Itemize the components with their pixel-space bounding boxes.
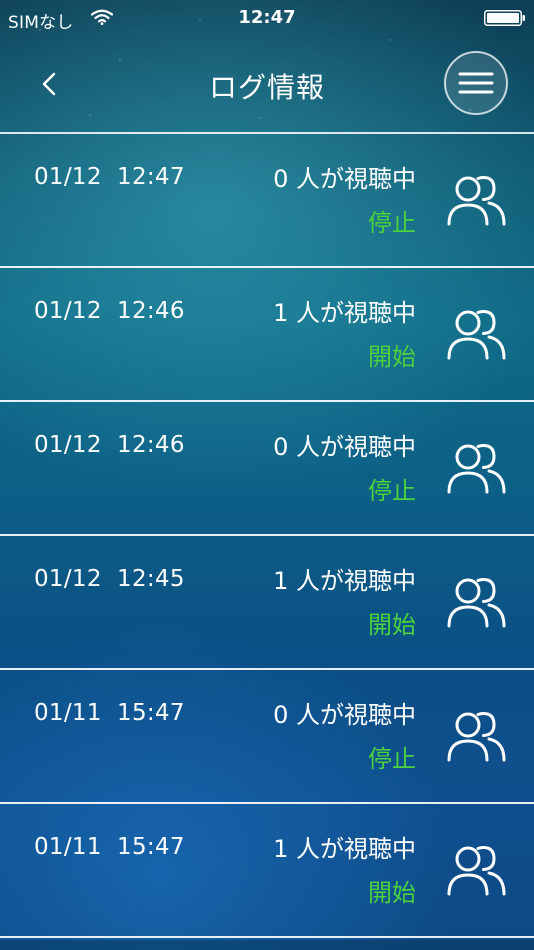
log-timestamp: 01/12 12:45 bbox=[34, 566, 185, 592]
list-bottom-edge bbox=[0, 940, 534, 950]
log-timestamp: 01/12 12:46 bbox=[34, 432, 185, 458]
users-icon bbox=[447, 711, 506, 762]
log-row[interactable]: 01/12 12:45 1 人が視聴中 開始 bbox=[0, 536, 534, 670]
log-row[interactable]: 01/11 15:47 0 人が視聴中 停止 bbox=[0, 670, 534, 804]
log-row[interactable]: 01/12 12:46 1 人が視聴中 開始 bbox=[0, 268, 534, 402]
users-icon bbox=[447, 577, 506, 628]
log-list: 01/12 12:47 0 人が視聴中 停止 01/12 12:46 1 人が視… bbox=[0, 134, 534, 938]
viewer-count: 1 人が視聴中 bbox=[273, 567, 416, 595]
viewer-count: 1 人が視聴中 bbox=[273, 835, 416, 863]
hamburger-menu-icon[interactable] bbox=[443, 50, 509, 116]
log-row[interactable]: 01/11 15:47 1 人が視聴中 開始 bbox=[0, 804, 534, 938]
battery-icon bbox=[484, 10, 525, 26]
stream-state: 停止 bbox=[368, 209, 416, 237]
stream-state: 開始 bbox=[368, 343, 416, 371]
stream-state: 停止 bbox=[368, 745, 416, 773]
stream-state: 開始 bbox=[368, 879, 416, 907]
stream-state: 停止 bbox=[368, 477, 416, 505]
viewer-count: 1 人が視聴中 bbox=[273, 299, 416, 327]
log-timestamp: 01/11 15:47 bbox=[34, 834, 185, 860]
viewer-count: 0 人が視聴中 bbox=[273, 433, 416, 461]
users-icon bbox=[447, 175, 506, 226]
users-icon bbox=[447, 309, 506, 360]
status-clock: 12:47 bbox=[238, 7, 296, 28]
users-icon bbox=[447, 845, 506, 896]
log-row[interactable]: 01/12 12:47 0 人が視聴中 停止 bbox=[0, 134, 534, 268]
stream-state: 開始 bbox=[368, 611, 416, 639]
viewer-count: 0 人が視聴中 bbox=[273, 165, 416, 193]
status-bar: SIMなし 12:47 bbox=[0, 0, 534, 36]
log-timestamp: 01/12 12:46 bbox=[34, 298, 185, 324]
log-row[interactable]: 01/12 12:46 0 人が視聴中 停止 bbox=[0, 402, 534, 536]
users-icon bbox=[447, 443, 506, 494]
viewer-count: 0 人が視聴中 bbox=[273, 701, 416, 729]
log-timestamp: 01/12 12:47 bbox=[34, 164, 185, 190]
nav-bar: ログ情報 bbox=[0, 36, 534, 132]
log-timestamp: 01/11 15:47 bbox=[34, 700, 185, 726]
